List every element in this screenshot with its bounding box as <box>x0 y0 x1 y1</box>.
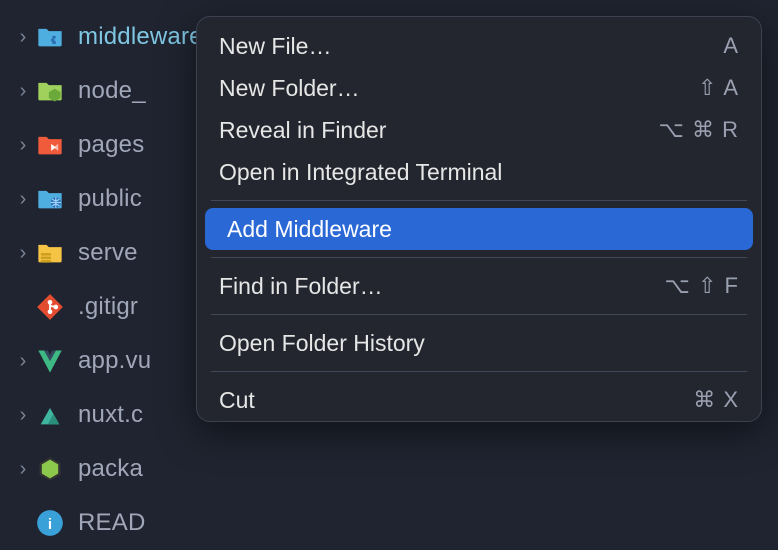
tree-item-label: READ <box>78 509 145 537</box>
tree-item-packa[interactable]: › packa <box>0 442 778 496</box>
menu-separator <box>211 314 747 315</box>
chevron-icon[interactable]: › <box>10 404 36 427</box>
folder-puzzle-icon <box>36 23 64 51</box>
chevron-icon[interactable]: › <box>10 80 36 103</box>
folder-public-icon <box>36 185 64 213</box>
menu-separator <box>211 371 747 372</box>
tree-item-label: nuxt.c <box>78 401 143 429</box>
menu-item-shortcut: A <box>723 33 739 59</box>
tree-item-label: node_ <box>78 77 146 105</box>
tree-item-label: middleware <box>78 23 203 51</box>
menu-separator <box>211 200 747 201</box>
menu-item-open-in-integrated-terminal[interactable]: Open in Integrated Terminal <box>197 151 761 193</box>
menu-item-shortcut: ⌥ ⌘ R <box>659 117 739 143</box>
menu-item-new-folder[interactable]: New Folder… ⇧ A <box>197 67 761 109</box>
context-menu: New File… A New Folder… ⇧ A Reveal in Finder… <box>196 16 762 422</box>
chevron-icon[interactable]: › <box>10 188 36 211</box>
menu-item-label: New Folder… <box>219 75 360 102</box>
menu-item-label: Open Folder History <box>219 330 425 357</box>
menu-item-label: Cut <box>219 387 255 414</box>
tree-item-layouts[interactable]: ›layouts <box>0 0 778 10</box>
chevron-icon[interactable]: › <box>10 26 36 49</box>
vue-icon <box>36 347 64 375</box>
tree-item-label: pages <box>78 131 144 159</box>
nodejs-icon <box>36 455 64 483</box>
menu-item-label: New File… <box>219 33 331 60</box>
tree-item-label: .gitigr <box>78 293 138 321</box>
menu-item-label: Find in Folder… <box>219 273 383 300</box>
folder-node-icon <box>36 77 64 105</box>
menu-item-open-folder-history[interactable]: Open Folder History <box>197 322 761 364</box>
svg-text:i: i <box>48 516 52 533</box>
menu-item-shortcut: ⌘ X <box>693 387 739 413</box>
menu-item-shortcut: ⌥ ⇧ F <box>665 273 739 299</box>
chevron-icon[interactable]: › <box>10 134 36 157</box>
menu-separator <box>211 257 747 258</box>
menu-item-add-middleware[interactable]: Add Middleware <box>205 208 753 250</box>
chevron-icon[interactable]: › <box>10 350 36 373</box>
folder-pages-icon <box>36 131 64 159</box>
nuxt-icon <box>36 401 64 429</box>
menu-item-find-in-folder[interactable]: Find in Folder… ⌥ ⇧ F <box>197 265 761 307</box>
tree-item-label: public <box>78 185 142 213</box>
tree-item-label: serve <box>78 239 138 267</box>
chevron-icon[interactable]: › <box>10 242 36 265</box>
menu-item-reveal-in-finder[interactable]: Reveal in Finder ⌥ ⌘ R <box>197 109 761 151</box>
git-icon <box>36 293 64 321</box>
menu-item-label: Open in Integrated Terminal <box>219 159 502 186</box>
readme-icon: i <box>36 509 64 537</box>
menu-item-new-file[interactable]: New File… A <box>197 25 761 67</box>
folder-server-icon <box>36 239 64 267</box>
tree-item-label: packa <box>78 455 143 483</box>
menu-item-label: Add Middleware <box>227 216 392 243</box>
menu-item-shortcut: ⇧ A <box>698 75 739 101</box>
tree-item-read[interactable]: i READ <box>0 496 778 550</box>
tree-item-label: app.vu <box>78 347 151 375</box>
menu-item-label: Reveal in Finder <box>219 117 386 144</box>
menu-item-cut[interactable]: Cut ⌘ X <box>197 379 761 421</box>
chevron-icon[interactable]: › <box>10 458 36 481</box>
